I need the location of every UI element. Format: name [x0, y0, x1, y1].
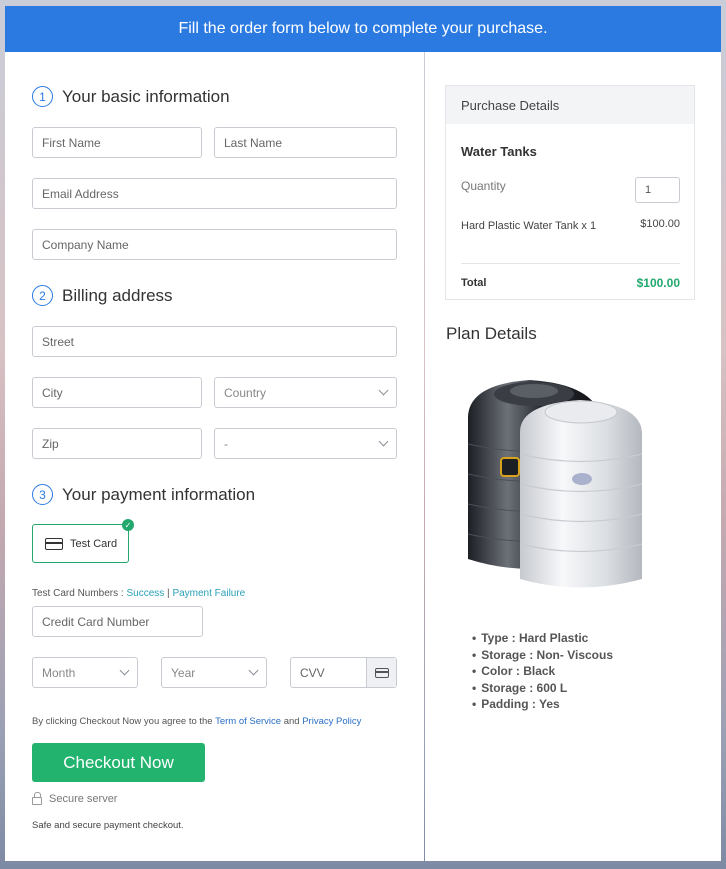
step-number-2: 2	[32, 285, 53, 306]
card-number-field[interactable]	[32, 606, 203, 637]
checkout-now-button[interactable]: Checkout Now	[32, 743, 205, 782]
cvv-input[interactable]	[300, 665, 360, 680]
feature-item: Color : Black	[472, 663, 613, 680]
chevron-down-icon	[378, 385, 389, 396]
order-form-panel: 1 Your basic information 2 Billing addre…	[5, 52, 424, 861]
card-icon	[45, 537, 63, 550]
street-input[interactable]	[42, 334, 387, 349]
basic-info-heading: 1 Your basic information	[32, 86, 230, 107]
quantity-input[interactable]: 1	[635, 177, 680, 203]
product-name: Water Tanks	[461, 144, 537, 159]
chevron-down-icon	[119, 665, 130, 676]
month-select[interactable]: Month	[32, 657, 138, 688]
secure-note: Safe and secure payment checkout.	[32, 820, 184, 831]
email-field[interactable]	[32, 178, 397, 209]
payment-heading: 3 Your payment information	[32, 484, 255, 505]
first-name-field[interactable]	[32, 127, 202, 158]
cvv-card-icon	[374, 667, 389, 678]
check-icon: ✓	[122, 519, 134, 531]
city-field[interactable]	[32, 377, 202, 408]
chevron-down-icon	[248, 665, 259, 676]
last-name-input[interactable]	[224, 135, 387, 150]
year-select[interactable]: Year	[161, 657, 267, 688]
company-field[interactable]	[32, 229, 397, 260]
feature-item: Type : Hard Plastic	[472, 630, 613, 647]
step-number-3: 3	[32, 484, 53, 505]
month-selected: Month	[42, 665, 76, 680]
cvv-card-button[interactable]	[366, 658, 396, 687]
test-card-numbers: Test Card Numbers : Success | Payment Fa…	[32, 588, 245, 599]
lock-icon	[32, 791, 42, 805]
line-item-price: $100.00	[640, 218, 680, 230]
total-value: $100.00	[636, 276, 680, 290]
state-selected: -	[224, 436, 228, 451]
cvv-field[interactable]	[290, 657, 397, 688]
total-label: Total	[461, 277, 487, 289]
divider	[461, 263, 680, 264]
success-link[interactable]: Success	[126, 588, 164, 599]
test-card-option[interactable]: Test Card ✓	[32, 519, 134, 563]
chevron-down-icon	[378, 436, 389, 447]
secure-label: Secure server	[49, 793, 118, 805]
basic-info-title: Your basic information	[62, 86, 230, 106]
water-tank-image	[467, 380, 643, 588]
billing-title: Billing address	[62, 285, 173, 305]
payment-failure-link[interactable]: Payment Failure	[172, 588, 245, 599]
test-numbers-label: Test Card Numbers :	[32, 588, 127, 599]
card-number-input[interactable]	[42, 614, 193, 629]
feature-item: Padding : Yes	[472, 696, 613, 713]
plan-features-list: Type : Hard Plastic Storage : Non- Visco…	[472, 630, 613, 713]
feature-item: Storage : Non- Viscous	[472, 647, 613, 664]
feature-item: Storage : 600 L	[472, 680, 613, 697]
secure-server: Secure server	[32, 791, 118, 805]
zip-field[interactable]	[32, 428, 202, 459]
line-item-label: Hard Plastic Water Tank x 1	[461, 220, 597, 232]
terms-prefix: By clicking Checkout Now you agree to th…	[32, 716, 216, 727]
terms-of-service-link[interactable]: Term of Service	[215, 716, 281, 727]
purchase-details-title: Purchase Details	[446, 86, 694, 124]
country-select[interactable]: Country	[214, 377, 397, 408]
top-banner: Fill the order form below to complete yo…	[5, 6, 721, 52]
payment-title: Your payment information	[62, 484, 256, 504]
billing-heading: 2 Billing address	[32, 285, 173, 306]
plan-details-title: Plan Details	[446, 324, 537, 343]
zip-input[interactable]	[42, 436, 192, 451]
quantity-label: Quantity	[461, 179, 506, 193]
company-input[interactable]	[42, 237, 387, 252]
country-selected: Country	[224, 385, 267, 400]
email-input[interactable]	[42, 186, 387, 201]
terms-text: By clicking Checkout Now you agree to th…	[32, 716, 361, 727]
street-field[interactable]	[32, 326, 397, 357]
purchase-details-box: Purchase Details Water Tanks Quantity 1 …	[445, 85, 695, 300]
last-name-field[interactable]	[214, 127, 397, 158]
state-select[interactable]: -	[214, 428, 397, 459]
city-input[interactable]	[42, 385, 192, 400]
test-card-label: Test Card	[70, 537, 118, 550]
step-number-1: 1	[32, 86, 53, 107]
terms-and: and	[281, 716, 303, 727]
order-summary-panel: Purchase Details Water Tanks Quantity 1 …	[425, 52, 721, 861]
privacy-policy-link[interactable]: Privacy Policy	[302, 716, 361, 727]
year-selected: Year	[171, 665, 196, 680]
first-name-input[interactable]	[42, 135, 192, 150]
